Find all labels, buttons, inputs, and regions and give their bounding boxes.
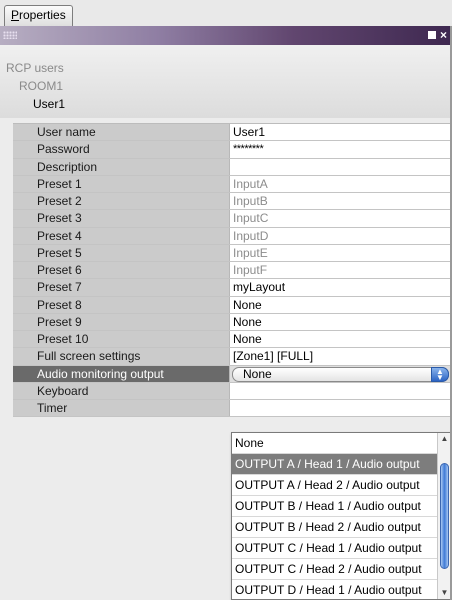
property-name: Password [13,141,230,158]
property-name: User name [13,124,230,141]
property-value[interactable]: myLayout [230,279,452,296]
property-name: Preset 3 [13,210,230,227]
dropdown-option[interactable]: OUTPUT A / Head 1 / Audio output [232,454,437,475]
dropdown-option[interactable]: OUTPUT C / Head 2 / Audio output [232,559,437,580]
property-row[interactable]: Preset 2 InputB [13,193,452,211]
property-value[interactable]: None [230,313,452,330]
property-row[interactable]: Preset 10 None [13,331,452,349]
property-row[interactable]: Audio monitoring output None ▲ ▼ [13,365,452,383]
audio-output-dropdown-list[interactable]: None OUTPUT A / Head 1 / Audio output OUTP… [231,432,452,600]
tab-properties-label: roperties [19,8,66,22]
property-row[interactable]: Preset 1 InputA [13,175,452,193]
property-row[interactable]: Preset 3 InputC [13,210,452,228]
property-grid: User name User1 Password ******** Descriptio… [13,123,452,418]
property-value[interactable]: InputB [230,193,452,210]
dropdown-option[interactable]: OUTPUT A / Head 2 / Audio output [232,475,437,496]
property-row[interactable]: User name User1 [13,124,452,142]
panel-title-bar[interactable]: × [0,26,452,45]
property-value[interactable]: [Zone1] [FULL] [230,348,452,365]
tab-properties-mnemonic: P [11,8,20,22]
property-value[interactable]: InputE [230,244,452,261]
hierarchy-header: RCP users ROOM1 User1 [0,45,452,118]
property-name: Timer [13,400,230,417]
tab-properties[interactable]: Properties [4,5,73,26]
tab-bar: Properties [0,0,452,26]
tree-user: User1 [33,97,66,111]
scroll-thumb[interactable] [440,463,449,569]
property-row[interactable]: Keyboard [13,382,452,400]
dropdown-option[interactable]: None [232,433,437,454]
property-value[interactable]: None [230,296,452,313]
window-buttons: × [427,28,449,42]
property-row[interactable]: Preset 7 myLayout [13,279,452,297]
property-name: Full screen settings [13,348,230,365]
property-value[interactable]: ******** [230,141,452,158]
property-name: Preset 8 [13,296,230,313]
property-value[interactable]: InputF [230,262,452,279]
property-name: Keyboard [13,382,230,399]
property-value[interactable]: None [230,331,452,348]
select-arrows-icon[interactable]: ▲ ▼ [431,366,449,382]
select-value: None [243,366,272,381]
property-value[interactable] [230,382,452,399]
property-value[interactable] [230,158,452,175]
property-name: Preset 5 [13,244,230,261]
property-name: Preset 7 [13,279,230,296]
maximize-icon[interactable] [427,31,436,39]
tree-room: ROOM1 [19,79,64,93]
property-value[interactable] [230,400,452,417]
property-name: Description [13,158,230,175]
dropdown-option[interactable]: OUTPUT B / Head 2 / Audio output [232,517,437,538]
drag-grip-icon[interactable] [3,31,17,39]
property-row[interactable]: Preset 4 InputD [13,227,452,245]
property-value[interactable]: User1 [230,124,452,141]
property-value[interactable]: InputD [230,227,452,244]
dropdown-scrollbar[interactable]: ▲ ▼ [437,433,451,599]
property-row[interactable]: Preset 9 None [13,313,452,331]
property-row[interactable]: Description [13,158,452,176]
dropdown-option[interactable]: OUTPUT C / Head 1 / Audio output [232,538,437,559]
dropdown-option[interactable]: OUTPUT B / Head 1 / Audio output [232,496,437,517]
property-value[interactable]: InputA [230,175,452,192]
dropdown-options: None OUTPUT A / Head 1 / Audio output OUTP… [232,433,451,599]
dropdown-option[interactable]: OUTPUT D / Head 1 / Audio output [232,580,437,599]
property-name: Preset 4 [13,227,230,244]
close-icon[interactable]: × [440,28,449,42]
tree-root: RCP users [6,61,64,75]
property-row[interactable]: Password ******** [13,141,452,159]
property-value-cell[interactable]: None ▲ ▼ [230,365,452,382]
property-name: Audio monitoring output [13,365,230,382]
property-value[interactable]: InputC [230,210,452,227]
property-name: Preset 10 [13,331,230,348]
property-name: Preset 1 [13,175,230,192]
property-row[interactable]: Full screen settings [Zone1] [FULL] [13,348,452,366]
property-name: Preset 2 [13,193,230,210]
property-name: Preset 9 [13,313,230,330]
property-row[interactable]: Preset 6 InputF [13,262,452,280]
audio-output-select[interactable]: None ▲ ▼ [232,366,449,382]
property-row[interactable]: Timer [13,400,452,418]
property-name: Preset 6 [13,262,230,279]
property-row[interactable]: Preset 5 InputE [13,244,452,262]
property-row[interactable]: Preset 8 None [13,296,452,314]
